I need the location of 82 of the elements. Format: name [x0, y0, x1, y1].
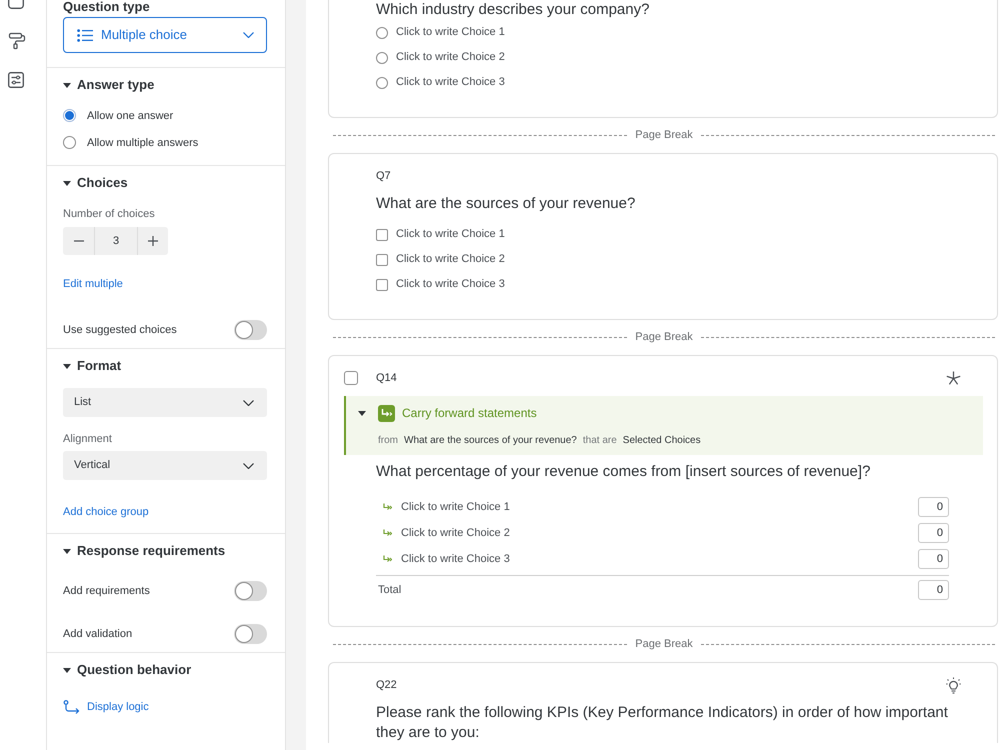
number-input[interactable]: 0	[918, 523, 949, 543]
select-checkbox[interactable]	[344, 371, 358, 385]
question-type-dropdown[interactable]: Multiple choice	[63, 17, 267, 53]
section-header[interactable]: Response requirements	[63, 542, 226, 560]
question-text[interactable]: What are the sources of your revenue?	[376, 194, 949, 214]
radio-button[interactable]	[63, 136, 76, 149]
checkbox[interactable]	[376, 228, 388, 240]
radio-button[interactable]	[376, 52, 388, 64]
caret-down-icon	[63, 180, 71, 186]
question-number: Q7	[376, 168, 392, 184]
field-heading: Question type	[63, 0, 151, 14]
lightbulb-icon[interactable]	[946, 676, 961, 694]
arrow-icon	[383, 529, 392, 537]
choice-label[interactable]: Click to write Choice 3	[401, 550, 918, 568]
toggle-label: Use suggested choices	[63, 323, 177, 337]
toggle-label: Add requirements	[63, 584, 150, 598]
caret-button[interactable]	[358, 410, 366, 416]
field-label: Number of choices	[63, 207, 156, 221]
checkbox[interactable]	[376, 278, 388, 290]
total-label: Total	[378, 582, 402, 598]
section-header[interactable]: Choices	[63, 174, 128, 192]
caret-down-icon	[63, 82, 71, 88]
question-number: Q22	[376, 678, 398, 693]
toggle-switch[interactable]	[234, 581, 267, 601]
plus-icon	[148, 236, 158, 246]
toggle-label: Add validation	[63, 627, 132, 641]
choice-label[interactable]: Click to write Choice 2	[396, 49, 505, 66]
source-question[interactable]: What are the sources of your revenue?	[404, 434, 577, 447]
number-input[interactable]: 0	[918, 549, 949, 569]
minus-icon	[74, 240, 84, 242]
text-link[interactable]: Add choice group	[63, 505, 149, 519]
caret-down-icon	[358, 410, 366, 416]
arrow-icon	[383, 555, 392, 563]
checkbox[interactable]	[376, 254, 388, 266]
sliders-icon[interactable]	[8, 72, 24, 88]
condition-value[interactable]: Selected Choices	[622, 434, 701, 447]
caret-down-icon	[63, 668, 71, 672]
radio-button[interactable]	[376, 76, 388, 88]
carry-forward-title: Carry forward statements	[402, 405, 537, 422]
number-input[interactable]: 0	[918, 497, 949, 517]
arrow-icon	[383, 503, 392, 511]
question-number: Q14	[376, 370, 398, 386]
radio-button[interactable]	[376, 26, 388, 38]
arrow-tile-icon	[378, 404, 395, 422]
page-break-label: Page Break	[634, 330, 694, 346]
list-icon	[77, 28, 93, 42]
text-link[interactable]: Edit multiple	[63, 277, 123, 291]
choice-label[interactable]: Click to write Choice 2	[401, 524, 918, 542]
option-label: Allow multiple answers	[87, 136, 198, 150]
page-break-label: Page Break	[634, 128, 694, 144]
toggle-switch[interactable]	[234, 624, 267, 644]
section-header[interactable]: Answer type	[63, 76, 154, 94]
choice-label[interactable]: Click to write Choice 1	[396, 24, 505, 41]
section-header[interactable]: Question behavior	[63, 661, 192, 679]
choice-label[interactable]: Click to write Choice 3	[396, 74, 505, 91]
dropdown[interactable]: List	[63, 388, 267, 417]
paint-roller-icon[interactable]	[8, 32, 26, 50]
chevron-down-icon	[243, 32, 254, 38]
dropdown[interactable]: Vertical	[63, 451, 267, 480]
option-label: Allow one answer	[87, 108, 174, 122]
question-text[interactable]: Which industry describes your company?	[376, 0, 949, 20]
chevron-down-icon	[243, 462, 254, 468]
toggle-switch[interactable]	[234, 320, 267, 340]
question-text[interactable]: Please rank the following KPIs (Key Performance Indicators) in order of how important they are to you:	[376, 703, 949, 743]
chevron-down-icon	[243, 400, 254, 406]
choice-label[interactable]: Click to write Choice 2	[396, 251, 505, 268]
total-input[interactable]: 0	[918, 580, 949, 600]
condition-label: that are	[582, 434, 617, 447]
page-break-label: Page Break	[634, 637, 694, 652]
logic-link[interactable]: Display logic	[63, 699, 149, 715]
caret-down-icon	[63, 364, 71, 368]
choice-label[interactable]: Click to write Choice 3	[396, 276, 505, 293]
field-label: Alignment	[63, 432, 113, 446]
caret-down-icon	[63, 548, 71, 554]
question-text[interactable]: What percentage of your revenue comes from [insert sources of revenue]?	[376, 462, 949, 482]
branch-arrow-icon	[63, 700, 80, 714]
section-header[interactable]: Format	[63, 357, 122, 375]
from-label: from	[378, 434, 398, 447]
choice-label[interactable]: Click to write Choice 1	[401, 498, 918, 516]
number-input[interactable]: 3	[94, 227, 138, 255]
choice-label[interactable]: Click to write Choice 1	[396, 226, 505, 243]
radio-button[interactable]	[63, 109, 76, 122]
